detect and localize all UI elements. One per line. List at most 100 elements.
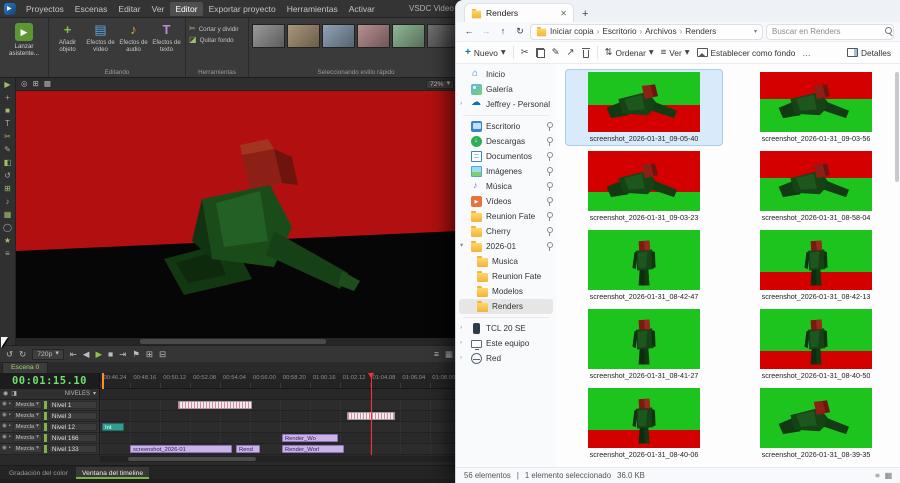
layout-icon[interactable] xyxy=(11,391,17,397)
track-header[interactable]: Mezcla Nivel 3 xyxy=(0,411,100,422)
sidebar-item-reunion-fate-sub[interactable]: Reunion Fate xyxy=(456,269,556,284)
sidebar-item-2026-01[interactable]: 2026-01 xyxy=(456,239,556,254)
zoom-in-timeline-icon[interactable] xyxy=(146,350,153,359)
file-item[interactable]: screenshot_2026-01-31_09-03-56 xyxy=(738,70,894,145)
explorer-tab[interactable]: Renders ✕ xyxy=(464,3,574,22)
preview-hscrollbar[interactable] xyxy=(16,338,459,345)
zoom-out-timeline-icon[interactable] xyxy=(159,350,166,359)
track-lane[interactable] xyxy=(100,411,459,422)
go-start-icon[interactable] xyxy=(70,350,77,359)
marker-icon[interactable] xyxy=(132,350,140,359)
back-icon[interactable] xyxy=(462,27,476,36)
quick-style-thumb[interactable] xyxy=(252,24,285,48)
visibility-eye-icon[interactable] xyxy=(2,446,7,452)
up-icon[interactable] xyxy=(496,27,510,36)
chevron-right-icon[interactable] xyxy=(460,340,462,347)
blend-mode-select[interactable]: Mezcla xyxy=(12,423,42,431)
cut-split-button[interactable]: Cortar y dividir xyxy=(189,25,245,33)
cut-icon[interactable] xyxy=(521,48,529,58)
snap-toggle-icon[interactable] xyxy=(44,80,51,88)
timeline-view-icon[interactable] xyxy=(445,350,453,359)
breadcrumb-item[interactable]: Escritorio xyxy=(602,27,636,36)
step-back-icon[interactable] xyxy=(83,350,90,359)
thumbnail-view-toggle-icon[interactable] xyxy=(885,472,892,480)
stop-icon[interactable] xyxy=(108,350,113,359)
menu-herramientas[interactable]: Herramientas xyxy=(282,2,343,16)
sidebar-item-reunion-fate[interactable]: Reunion Fate xyxy=(456,209,556,224)
text-tool-icon[interactable] xyxy=(5,120,10,130)
undo-icon[interactable] xyxy=(6,350,13,359)
audio-tool-icon[interactable] xyxy=(6,198,10,208)
file-item[interactable]: screenshot_2026-01-31_09-05-40 xyxy=(565,69,723,146)
go-end-icon[interactable] xyxy=(119,350,126,359)
sidebar-item-galeria[interactable]: Galería xyxy=(456,82,556,97)
share-icon[interactable] xyxy=(567,48,575,58)
rotate-tool-icon[interactable] xyxy=(4,172,11,182)
menu-activar[interactable]: Activar xyxy=(344,2,380,16)
sidebar-item-renders[interactable]: Renders xyxy=(459,299,553,314)
video-effects-button[interactable]: Efectos de vídeo xyxy=(85,21,116,66)
sidebar-item-red[interactable]: Red xyxy=(456,351,556,366)
visibility-eye-icon[interactable] xyxy=(2,435,7,441)
breadcrumb[interactable]: Iniciar copia › Escritorio › Archivos › … xyxy=(530,23,763,40)
menu-editar[interactable]: Editar xyxy=(113,2,145,16)
sidebar-item-documentos[interactable]: Documentos xyxy=(456,149,556,164)
tile-tool-icon[interactable] xyxy=(4,211,12,221)
lock-icon[interactable] xyxy=(9,413,11,419)
menu-escenas[interactable]: Escenas xyxy=(70,2,113,16)
lock-icon[interactable] xyxy=(9,402,11,408)
resolution-select[interactable]: 720p xyxy=(32,348,64,360)
vertical-scrollbar[interactable] xyxy=(895,70,899,461)
more-options-icon[interactable]: … xyxy=(802,48,810,58)
menu-exportar[interactable]: Exportar proyecto xyxy=(204,2,281,16)
delete-icon[interactable] xyxy=(581,47,590,58)
sidebar-item-videos[interactable]: Vídeos xyxy=(456,194,556,209)
selection-start-marker[interactable] xyxy=(102,373,104,389)
lock-icon[interactable] xyxy=(9,435,11,441)
chevron-down-icon[interactable] xyxy=(460,243,463,250)
track-header[interactable]: Mezcla Nivel 133 xyxy=(0,444,100,455)
star-tool-icon[interactable] xyxy=(4,237,11,247)
tab-timeline-window[interactable]: Ventana del timeline xyxy=(75,467,150,479)
cut-tool-icon[interactable] xyxy=(4,133,11,143)
shape-tool-icon[interactable] xyxy=(5,107,10,117)
quick-style-thumb[interactable] xyxy=(392,24,425,48)
playhead[interactable] xyxy=(368,373,374,455)
file-item[interactable]: screenshot_2026-01-31_09-03-23 xyxy=(566,149,722,224)
scene-tab[interactable]: Escena 0 xyxy=(2,362,49,373)
sidebar-item-este-equipo[interactable]: Este equipo xyxy=(456,336,556,351)
new-button[interactable]: + Nuevo xyxy=(465,47,506,58)
file-item[interactable]: screenshot_2026-01-31_08-58-04 xyxy=(738,149,894,224)
search-box[interactable] xyxy=(766,23,894,40)
quick-style-thumb[interactable] xyxy=(357,24,390,48)
track-lane[interactable] xyxy=(100,400,459,411)
lock-icon[interactable] xyxy=(9,424,11,430)
sidebar-item-cherry[interactable]: Cherry xyxy=(456,224,556,239)
sidebar-item-inicio[interactable]: Inicio xyxy=(456,67,556,82)
blend-mode-select[interactable]: Mezcla xyxy=(12,445,42,453)
timeline-ruler[interactable]: 00:46.24 00:48.16 00:50.12 00:52.08 00:5… xyxy=(100,373,459,389)
remove-background-button[interactable]: Quitar fondo xyxy=(189,36,245,44)
track-header[interactable]: Mezcla Nivel 12 xyxy=(0,422,100,433)
audio-effects-button[interactable]: Efectos de audio xyxy=(118,21,149,66)
set-background-button[interactable]: Establecer como fondo xyxy=(696,48,795,58)
grid-tool-icon[interactable] xyxy=(4,185,11,195)
quick-style-thumb[interactable] xyxy=(322,24,355,48)
sidebar-item-musica-sub[interactable]: Musica xyxy=(456,254,556,269)
zoom-select[interactable]: 72% xyxy=(425,79,454,89)
menu-proyectos[interactable]: Proyectos xyxy=(21,2,69,16)
sidebar-item-escritorio[interactable]: Escritorio xyxy=(456,119,556,134)
timeline-clip[interactable]: Rend xyxy=(236,445,260,453)
lock-icon[interactable] xyxy=(9,446,11,452)
ellipse-tool-icon[interactable] xyxy=(3,224,12,234)
chevron-right-icon[interactable] xyxy=(460,325,462,332)
blend-mode-select[interactable]: Mezcla xyxy=(12,412,42,420)
search-input[interactable] xyxy=(772,27,882,36)
visibility-eye-icon[interactable] xyxy=(2,424,7,430)
center-view-icon[interactable] xyxy=(21,80,28,88)
track-lane[interactable]: Int xyxy=(100,422,459,433)
sidebar-item-musica[interactable]: Música xyxy=(456,179,556,194)
breadcrumb-item[interactable]: Archivos xyxy=(645,27,676,36)
sort-button[interactable]: Ordenar xyxy=(605,48,654,58)
file-item[interactable]: screenshot_2026-01-31_08-41-27 xyxy=(566,307,722,382)
